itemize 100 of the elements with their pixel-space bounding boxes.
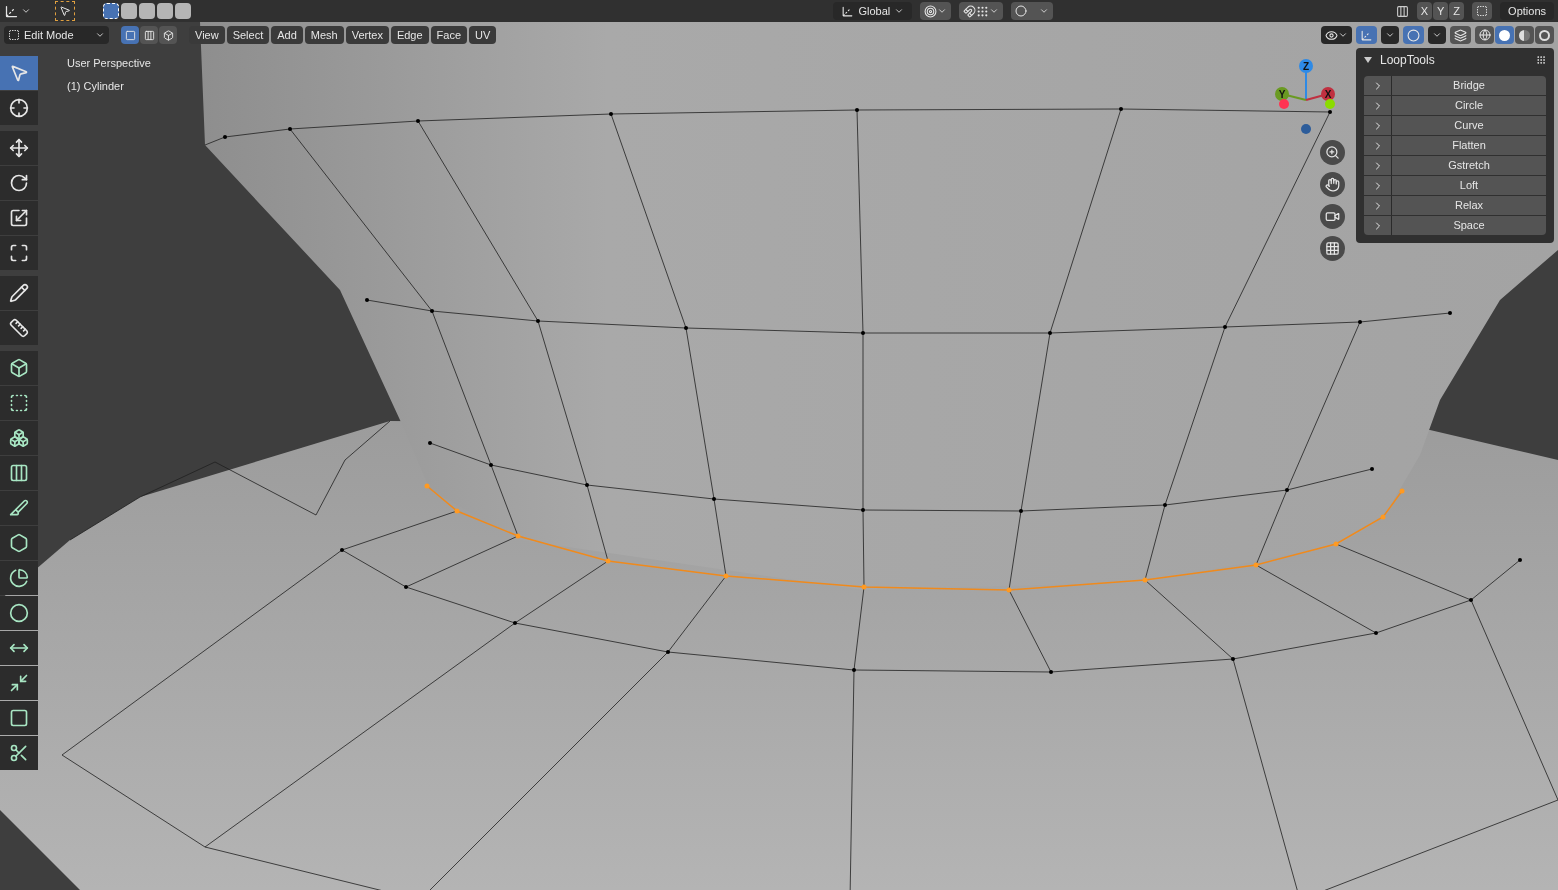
scale-icon (9, 208, 29, 228)
tool-button[interactable] (0, 491, 38, 525)
panel-header[interactable]: LoopTools (1356, 48, 1554, 72)
selection-mode-icon[interactable] (103, 3, 119, 19)
chevron-down-icon (937, 6, 948, 16)
orientation-dropdown[interactable]: Global (833, 2, 913, 20)
move-arrows-icon (9, 138, 29, 158)
square-icon (124, 29, 136, 41)
snap-button[interactable] (959, 2, 1004, 20)
tool-button[interactable] (0, 666, 38, 700)
menu-button[interactable]: Select (226, 26, 270, 44)
hexagon-icon (9, 533, 29, 553)
overlay-button[interactable] (1403, 26, 1424, 44)
chevron-down-icon (894, 6, 905, 16)
select-mode-button[interactable] (121, 26, 139, 44)
tool-button[interactable] (0, 631, 38, 665)
axis-toggle[interactable]: X (1416, 2, 1432, 20)
eye-icon (1325, 28, 1338, 42)
circle-icon (1407, 28, 1420, 42)
menu-button[interactable]: Face (430, 26, 468, 44)
chevron-down-icon (21, 6, 31, 16)
rotate-icon (9, 173, 29, 193)
chevron-down-icon (1385, 30, 1395, 40)
axis-gizmo[interactable]: Z Y X (1272, 56, 1342, 136)
cubes-icon (9, 428, 29, 448)
viewport-info-text: User Perspective (67, 56, 151, 71)
cube-icon (162, 29, 174, 41)
editor-type-button[interactable] (4, 3, 31, 19)
axis-toggle[interactable]: Y (1433, 2, 1449, 20)
dashed-square-icon (1476, 5, 1489, 17)
grid-dots-icon (976, 4, 990, 18)
pointer-icon (59, 5, 71, 17)
menu-button[interactable]: UV (469, 26, 497, 44)
cube-icon (9, 358, 29, 378)
tool-button[interactable] (0, 561, 38, 595)
pivot-icon (924, 4, 938, 18)
tool-button[interactable] (0, 236, 38, 270)
tool-button[interactable] (0, 91, 38, 125)
menu-button[interactable]: Edge (390, 26, 429, 44)
circle-icon (1015, 5, 1028, 17)
select-mode-button[interactable] (159, 26, 177, 44)
globe-icon[interactable] (1475, 26, 1494, 44)
menu-button[interactable]: Add (271, 26, 303, 44)
pointer-icon (9, 63, 29, 83)
menu-button[interactable]: Mesh (304, 26, 344, 44)
tool-button[interactable] (0, 276, 38, 310)
chevron-down-icon (1338, 30, 1348, 40)
pencil-icon (9, 283, 29, 303)
proportional-button[interactable] (1011, 2, 1054, 20)
tool-button[interactable] (0, 201, 38, 235)
columns-icon (9, 463, 29, 483)
axes-icon (841, 4, 855, 18)
knife-icon (9, 498, 29, 518)
menu-button[interactable]: Vertex (345, 26, 389, 44)
axes-icon (1360, 28, 1373, 42)
chevron-down-icon (95, 30, 105, 40)
axes-icon (4, 3, 19, 19)
chevron-down-icon (1039, 6, 1050, 16)
drag-handle-icon[interactable] (1536, 55, 1546, 65)
tool-button[interactable] (0, 421, 38, 455)
tool-button[interactable] (0, 386, 38, 420)
menu-button[interactable]: View (189, 26, 225, 44)
transform-icon (9, 243, 29, 263)
tool-button[interactable] (0, 311, 38, 345)
ruler-icon (9, 318, 29, 338)
inset-square-icon (9, 393, 29, 413)
xray-button[interactable] (1450, 26, 1471, 44)
tool-button[interactable] (0, 701, 38, 735)
tool-button[interactable] (0, 526, 38, 560)
tool-button[interactable] (0, 166, 38, 200)
ring-icon[interactable] (1535, 26, 1554, 44)
viewport-info-text: (1) Cylinder (67, 78, 125, 94)
tool-button[interactable] (0, 131, 38, 165)
mirror-icon[interactable] (1395, 4, 1409, 18)
tool-button[interactable] (0, 736, 38, 770)
tool-button[interactable] (0, 351, 38, 385)
gizmo-dropdown[interactable] (1381, 26, 1399, 44)
tool-button[interactable] (0, 596, 38, 630)
tool-button[interactable] (0, 456, 38, 490)
sphere-icon (9, 603, 29, 623)
options-button[interactable]: Options (1500, 2, 1554, 20)
scissors-icon (9, 743, 29, 763)
pivot-button[interactable] (920, 2, 952, 20)
magnet-icon (963, 4, 977, 18)
visibility-button[interactable] (1321, 26, 1352, 44)
chevron-down-icon (1432, 30, 1442, 40)
axis-toggle[interactable]: Z (1449, 2, 1465, 20)
auto-merge-button[interactable] (1472, 2, 1493, 20)
shrink-icon (9, 673, 29, 693)
overlay-dropdown[interactable] (1428, 26, 1446, 44)
crosshair-icon (9, 98, 29, 118)
columns-icon (143, 29, 155, 41)
layers-icon (1454, 28, 1467, 42)
gizmo-button[interactable] (1356, 26, 1377, 44)
panel-title: LoopTools (1380, 52, 1436, 69)
tool-button[interactable] (55, 1, 75, 21)
select-mode-button[interactable] (140, 26, 158, 44)
chevron-down-icon (989, 6, 1000, 16)
square-icon (9, 708, 29, 728)
mode-dropdown[interactable]: Edit Mode (4, 26, 109, 44)
